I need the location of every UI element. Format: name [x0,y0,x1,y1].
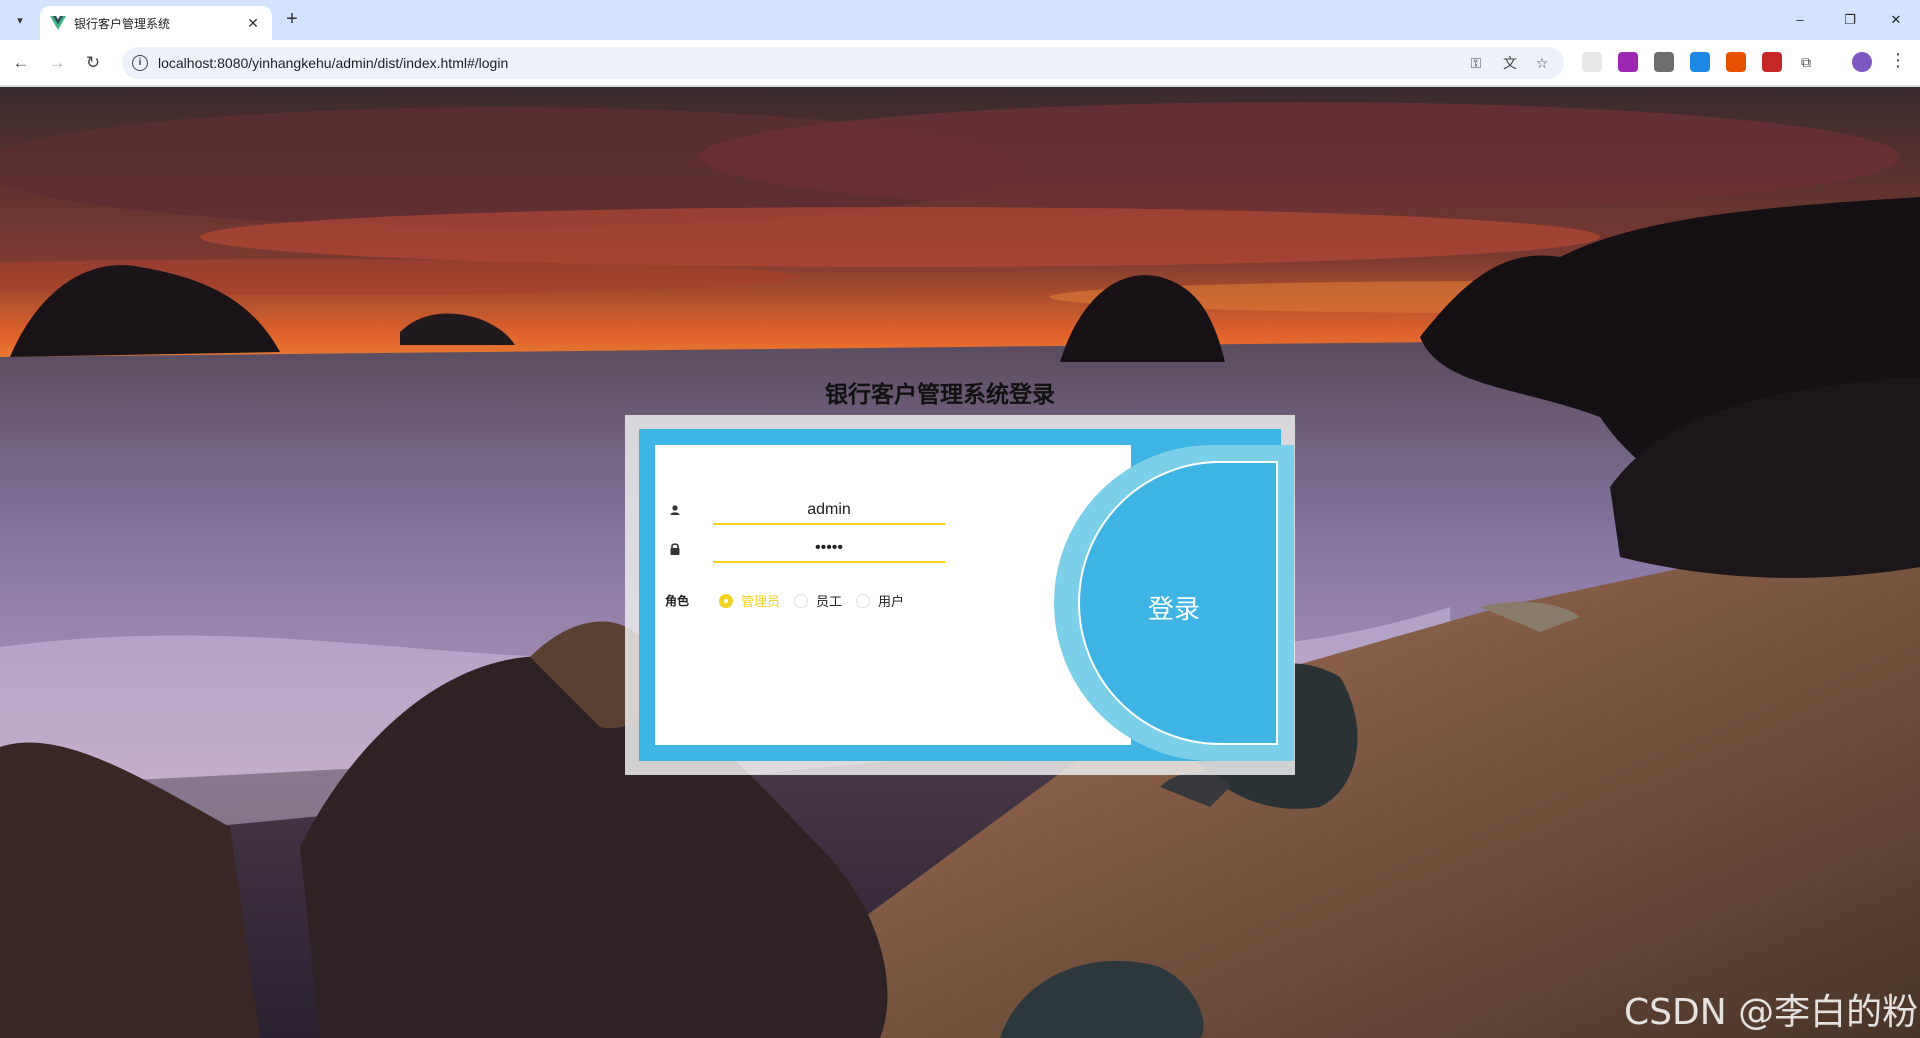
extensions-puzzle-icon[interactable]: ⧉ [1796,52,1816,72]
url-text[interactable]: localhost:8080/yinhangkehu/admin/dist/in… [158,55,508,71]
restore-button[interactable]: ❐ [1830,6,1870,34]
tab-close-icon[interactable]: ✕ [244,15,262,32]
new-tab-button[interactable]: + [280,8,304,32]
role-radio-admin[interactable]: 管理员 [719,591,780,610]
browser-menu-icon[interactable]: ⋮ [1886,50,1910,71]
username-row [665,497,945,525]
radio-unchecked-icon[interactable] [856,593,871,608]
extension-purple-icon[interactable] [1618,52,1638,72]
extension-ublock-icon[interactable] [1762,52,1782,72]
lock-icon [670,543,680,555]
csdn-watermark: CSDN @李白的粉 [1624,992,1919,1033]
login-panel-frame: 角色 管理员 员工 用户 登录 [639,429,1294,761]
extension-orange-icon[interactable] [1726,52,1746,72]
login-button-label[interactable]: 登录 [1099,589,1249,626]
browser-toolbar: ← → ↻ i localhost:8080/yinhangkehu/admin… [0,40,1920,86]
password-row [665,535,945,563]
username-input[interactable] [713,497,945,525]
extension-gray-icon[interactable] [1654,52,1674,72]
role-selector: 角色 管理员 员工 用户 [665,591,918,610]
vue-favicon-icon [50,16,66,30]
tab-title: 银行客户管理系统 [74,16,171,31]
password-input[interactable] [713,535,945,563]
extension-blue-icon[interactable] [1690,52,1710,72]
password-key-icon[interactable]: ⚿ [1466,53,1486,73]
login-panel: 角色 管理员 员工 用户 登录 [625,415,1295,775]
browser-tab-strip: ▾ 银行客户管理系统 ✕ + – ❐ ✕ [0,0,1920,40]
role-radio-staff[interactable]: 员工 [794,591,842,610]
radio-unchecked-icon[interactable] [794,593,809,608]
forward-button[interactable]: → [44,50,70,76]
translate-icon[interactable]: 文 [1500,53,1520,73]
tab-search-chevron-icon[interactable]: ▾ [8,8,32,32]
page-title: 银行客户管理系统登录 [825,382,1055,408]
role-option-label[interactable]: 管理员 [741,591,780,610]
user-icon [670,505,680,515]
bookmark-star-icon[interactable]: ☆ [1532,53,1552,73]
reload-button[interactable]: ↻ [80,50,106,76]
minimize-button[interactable]: – [1780,6,1820,34]
role-radio-user[interactable]: 用户 [856,591,904,610]
role-label: 角色 [665,594,690,608]
page-viewport: 银行客户管理系统登录 admin ••••• 角色 管理员 员工 用户 登录 C… [0,87,1920,1038]
back-button[interactable]: ← [8,50,34,76]
close-window-button[interactable]: ✕ [1876,6,1916,34]
role-option-label[interactable]: 员工 [816,591,842,610]
radio-checked-icon[interactable] [719,593,733,608]
role-option-label[interactable]: 用户 [878,591,904,610]
extension-cursor-icon[interactable] [1582,52,1602,72]
address-bar[interactable]: i localhost:8080/yinhangkehu/admin/dist/… [122,47,1564,79]
site-info-icon[interactable]: i [132,55,148,71]
browser-tab-active[interactable]: 银行客户管理系统 ✕ [40,6,272,40]
profile-avatar[interactable] [1852,52,1872,72]
